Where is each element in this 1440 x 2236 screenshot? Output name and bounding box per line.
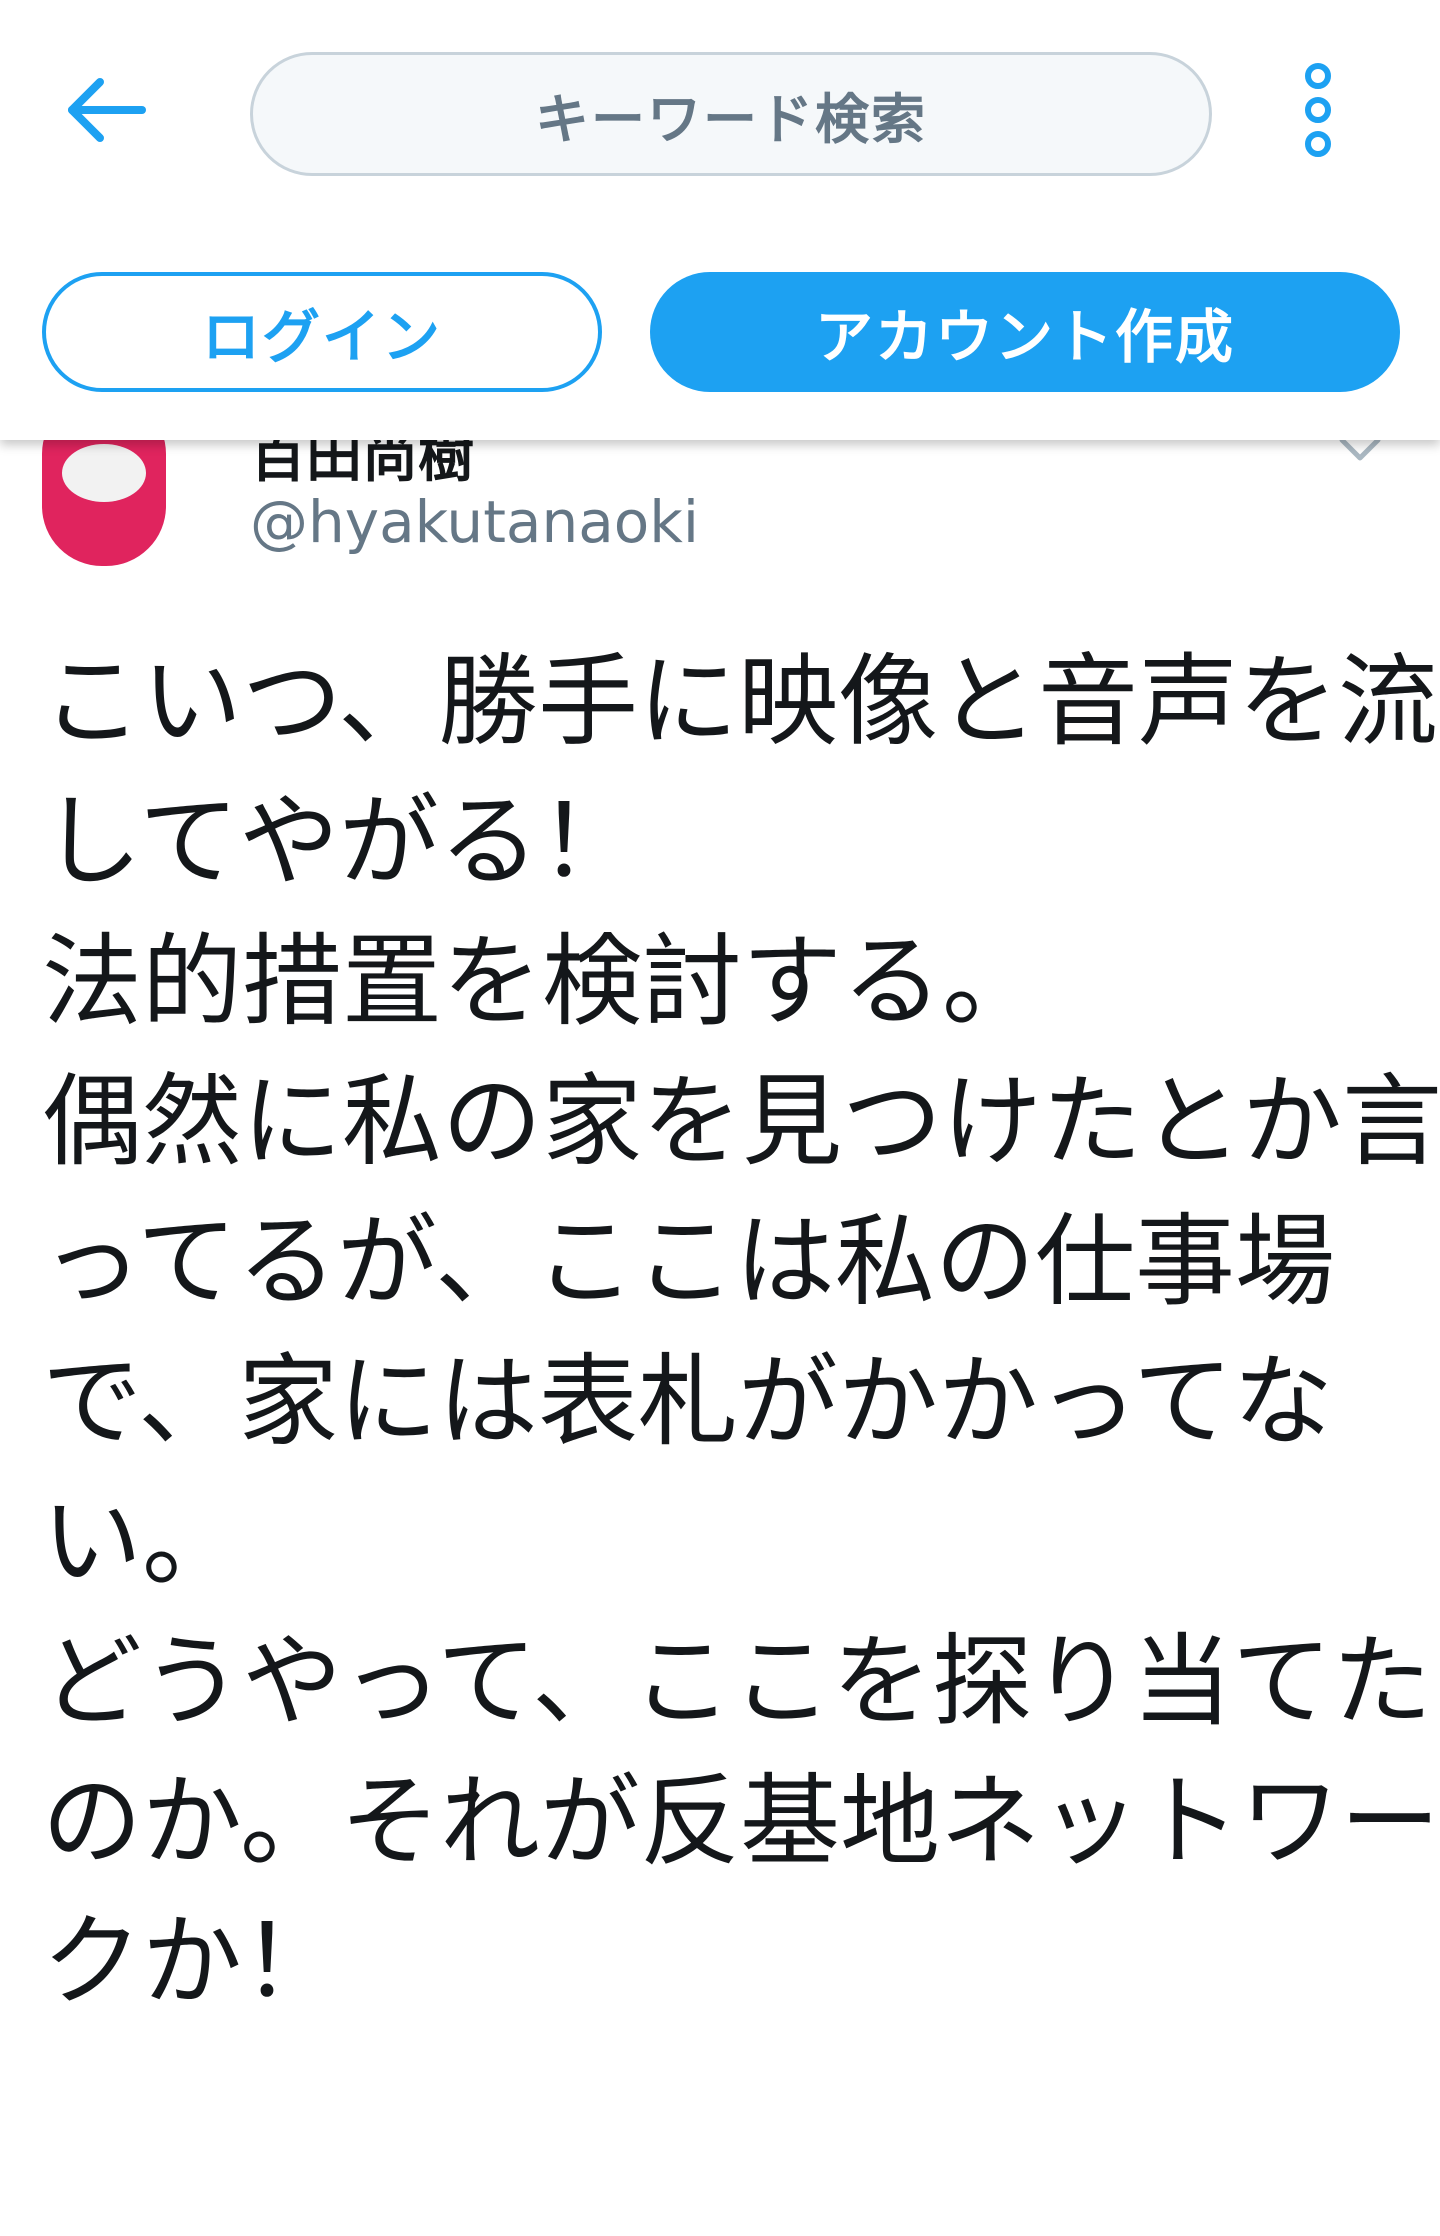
tweet-text-line: クか！ bbox=[42, 1903, 342, 2020]
tweet-text-line: どうやって、ここを探り当てた bbox=[42, 1623, 1432, 1740]
search-placeholder: キーワード検索 bbox=[535, 87, 927, 151]
tweet-text-line: 偶然に私の家を見つけたとか言 bbox=[42, 1063, 1440, 1180]
search-input[interactable]: キーワード検索 bbox=[250, 52, 1212, 176]
tweet-text-line: こいつ、勝手に映像と音声を流 bbox=[42, 643, 1438, 760]
avatar-image bbox=[62, 444, 146, 502]
tweet-handle[interactable]: @hyakutanaoki bbox=[250, 488, 699, 556]
tweet-text-line: のか。それが反基地ネットワー bbox=[42, 1763, 1440, 1880]
back-button[interactable] bbox=[60, 68, 152, 152]
tweet-text-line: い。 bbox=[42, 1483, 242, 1600]
tweet-text-line: ってるが、ここは私の仕事場 bbox=[42, 1203, 1335, 1320]
more-vertical-icon bbox=[1305, 63, 1331, 157]
tweet-text-line: してやがる！ bbox=[42, 783, 639, 900]
signup-button[interactable]: アカウント作成 bbox=[650, 272, 1400, 392]
tweet-text-line: 法的措置を検討する。 bbox=[42, 923, 1042, 1040]
top-header: キーワード検索 ログイン アカウント作成 bbox=[0, 0, 1440, 440]
tweet-text: こいつ、勝手に映像と音声を流 してやがる！ 法的措置を検討する。 偶然に私の家を… bbox=[42, 632, 1440, 2032]
arrow-left-icon bbox=[68, 78, 146, 142]
more-menu-button[interactable] bbox=[1292, 58, 1344, 162]
login-button[interactable]: ログイン bbox=[42, 272, 602, 392]
tweet-text-line: で、家には表札がかかってな bbox=[42, 1343, 1333, 1460]
